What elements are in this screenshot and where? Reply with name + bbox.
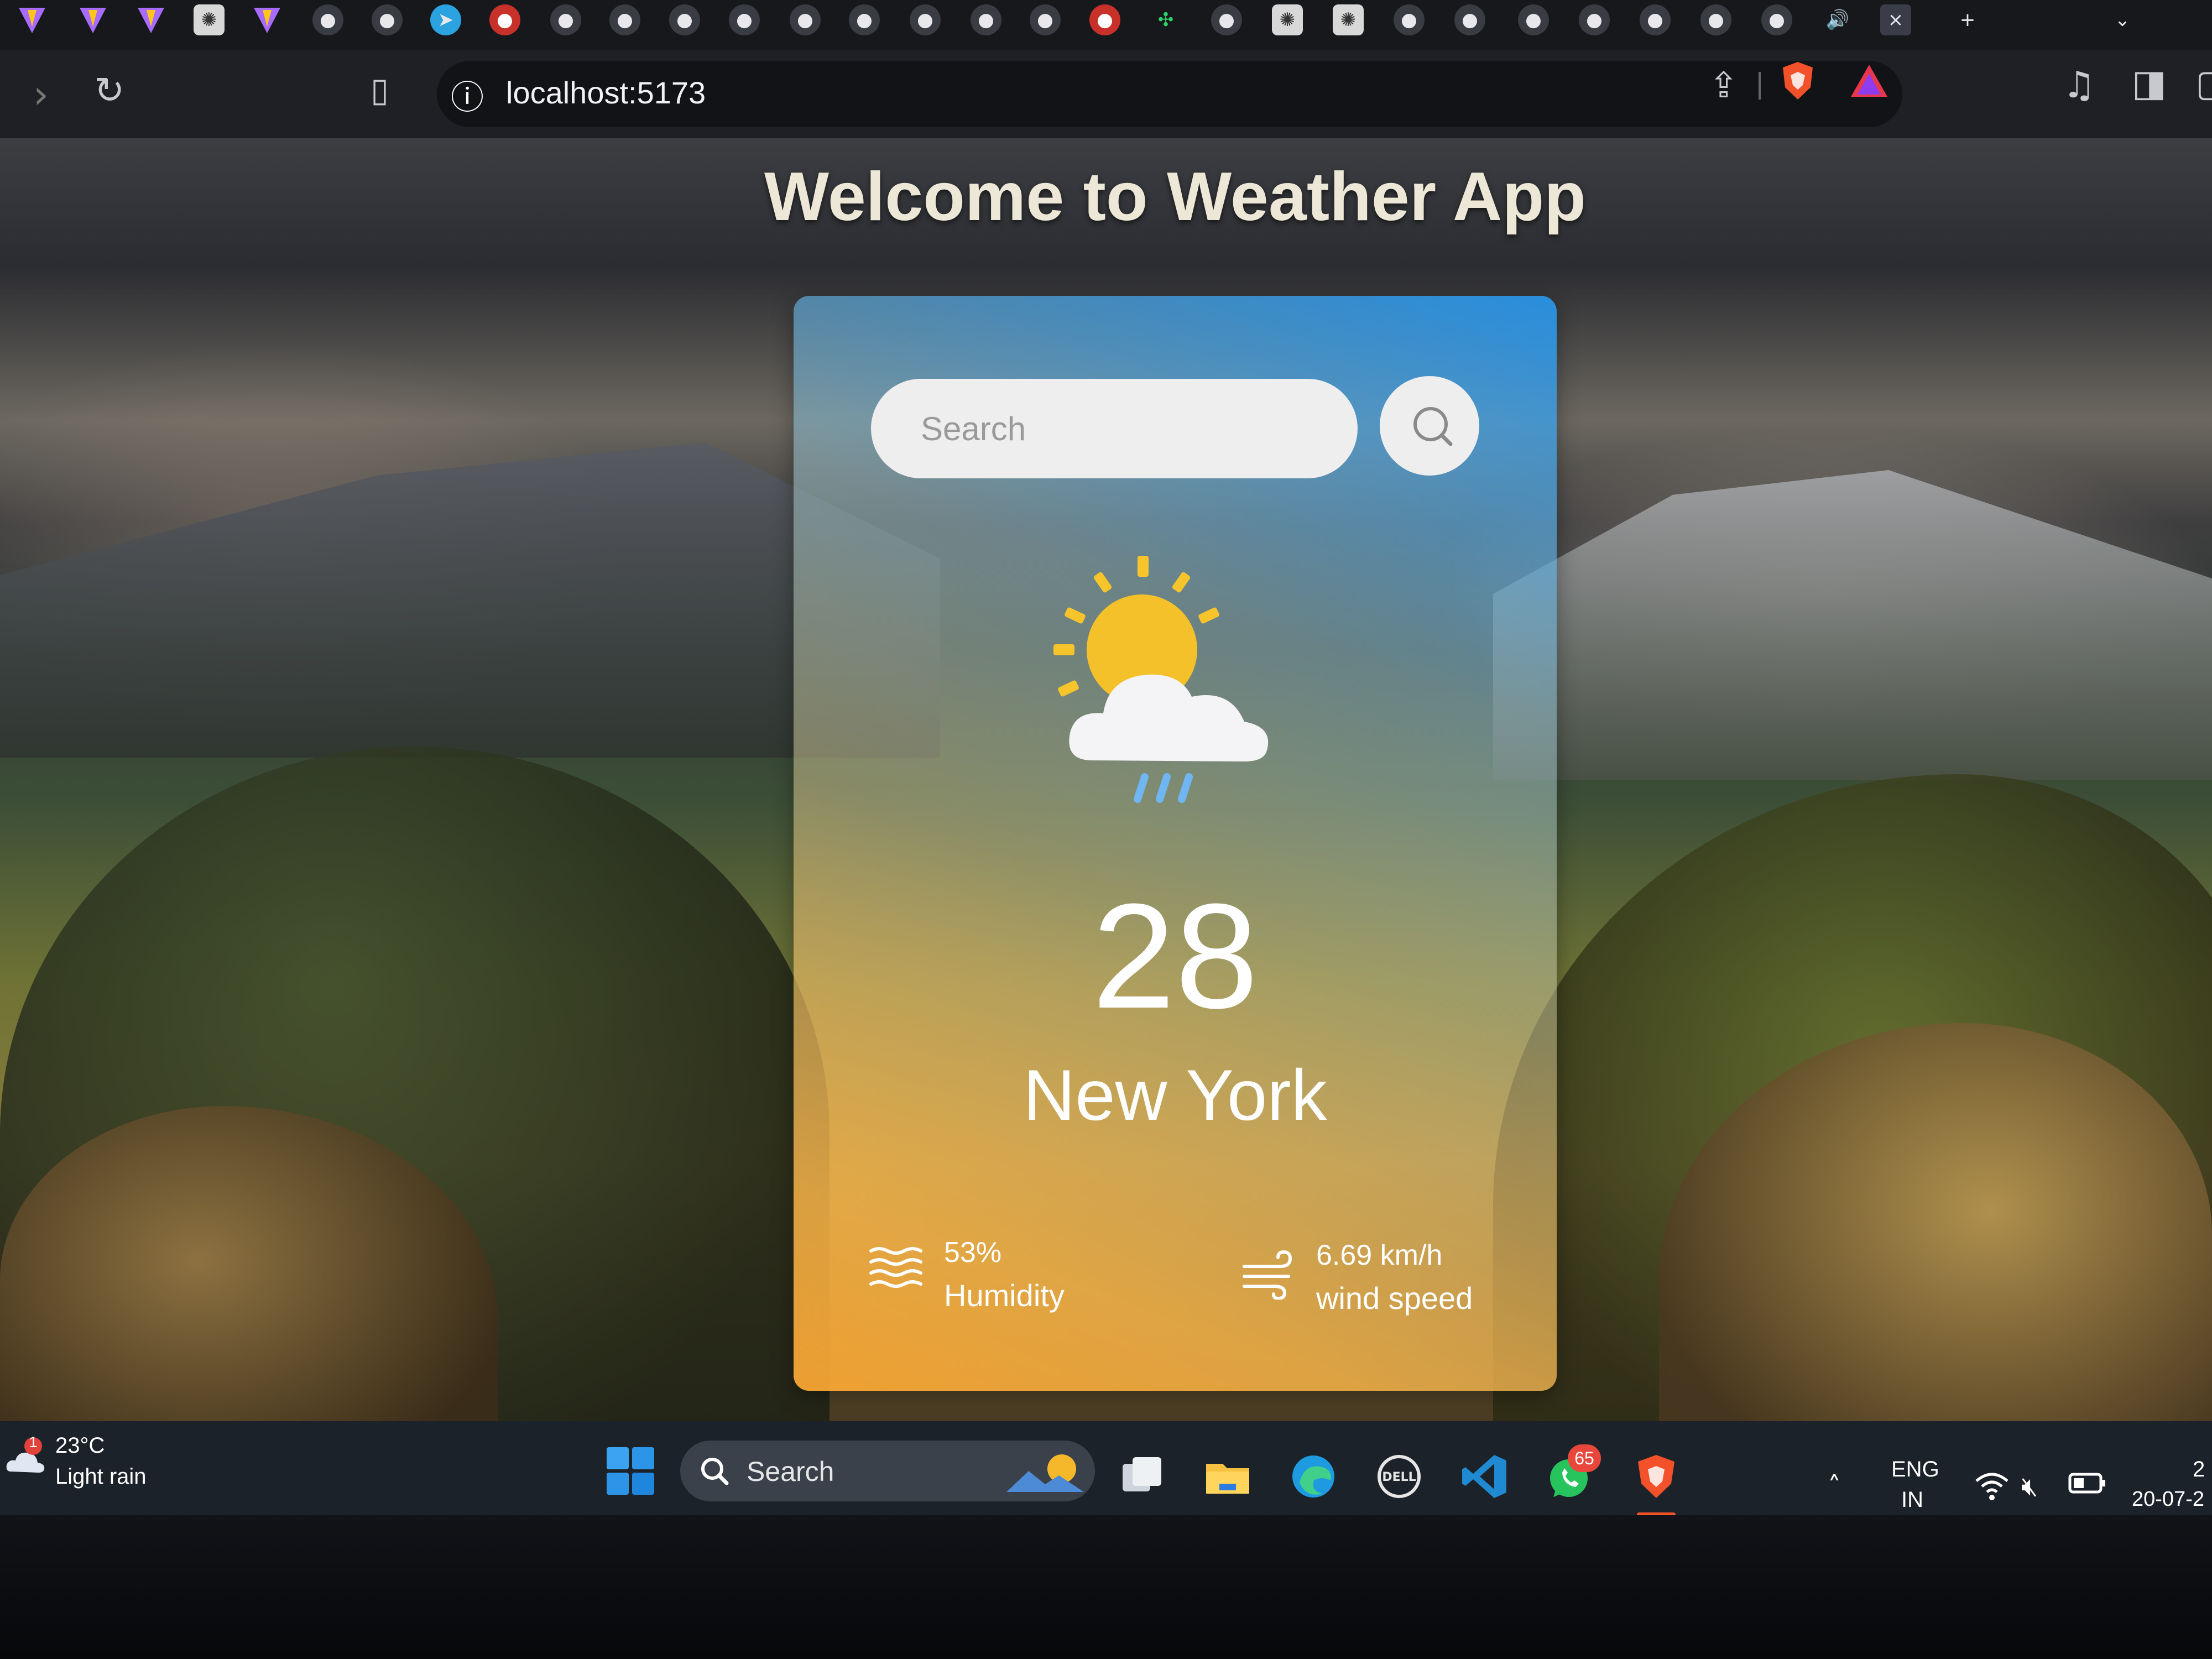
- github-icon[interactable]: ●: [849, 4, 880, 35]
- whatsapp-notification-badge: 65: [1568, 1444, 1601, 1472]
- clock-date[interactable]: 20-07-2: [2132, 1488, 2204, 1511]
- extensions-icon[interactable]: ▢: [2195, 62, 2212, 105]
- github-icon[interactable]: ●: [669, 4, 700, 35]
- show-hidden-icons-chevron-icon[interactable]: ˄: [1828, 1471, 1841, 1502]
- city-name: New York: [1023, 1055, 1327, 1135]
- taskbar-search-label[interactable]: Search: [747, 1455, 834, 1488]
- edge-browser-icon[interactable]: [1288, 1452, 1338, 1501]
- browser-tab-strip: ✺ ● ● ➤ ● ● ● ● ● ● ● ● ● ● ● ✣ ● ✺ ✺ ● …: [0, 0, 2212, 50]
- language-indicator[interactable]: ENG: [1891, 1457, 1939, 1482]
- humidity-label: Humidity: [944, 1278, 1065, 1313]
- github-icon[interactable]: ●: [1761, 4, 1792, 35]
- windows-start-icon[interactable]: [606, 1446, 655, 1496]
- github-icon[interactable]: ●: [1211, 4, 1242, 35]
- svg-text:DELL: DELL: [1382, 1470, 1416, 1484]
- github-icon[interactable]: ●: [729, 4, 760, 35]
- search-icon: [1413, 407, 1453, 446]
- clock-time[interactable]: 2: [2193, 1457, 2205, 1482]
- openai-icon[interactable]: ✺: [1333, 4, 1364, 35]
- record-icon[interactable]: ●: [489, 4, 520, 35]
- vite-icon[interactable]: [77, 4, 108, 35]
- github-icon[interactable]: ●: [1700, 4, 1731, 35]
- weather-badge: 1: [29, 1433, 38, 1451]
- taskbar: [0, 1421, 2212, 1515]
- url-text[interactable]: localhost:5173: [506, 71, 706, 115]
- volume-muted-icon[interactable]: 🔇︎: [2021, 1471, 2038, 1503]
- github-icon[interactable]: ●: [1454, 4, 1485, 35]
- mountain-right: [1493, 470, 2212, 780]
- github-icon[interactable]: ●: [609, 4, 640, 35]
- github-icon[interactable]: ●: [971, 4, 1001, 35]
- dell-icon[interactable]: DELL: [1374, 1452, 1424, 1501]
- weather-widget-temperature[interactable]: 23°C: [55, 1433, 105, 1458]
- language-region[interactable]: IN: [1901, 1488, 1923, 1512]
- github-icon[interactable]: ●: [1518, 4, 1549, 35]
- sidebar-icon[interactable]: ◨: [2132, 62, 2166, 105]
- brave-browser-icon[interactable]: [1631, 1452, 1681, 1501]
- search-icon: [701, 1458, 729, 1485]
- search-button[interactable]: [1380, 376, 1479, 476]
- new-tab-button[interactable]: +: [1952, 4, 1983, 35]
- battery-icon[interactable]: [2068, 1471, 2107, 1502]
- media-icon[interactable]: ♫: [2063, 64, 2095, 106]
- record-icon[interactable]: ●: [1089, 4, 1120, 35]
- task-view-icon[interactable]: [1117, 1452, 1167, 1501]
- brave-shield-icon[interactable]: [1781, 61, 1815, 101]
- wind-speed-value: 6.69 km/h: [1316, 1239, 1443, 1271]
- clover-icon[interactable]: ✣: [1150, 4, 1181, 35]
- weather-card: 28 New York 53% Humidity 6.69 km/h wind …: [794, 296, 1557, 1391]
- telegram-icon[interactable]: ➤: [430, 4, 461, 35]
- openai-icon[interactable]: ✺: [194, 4, 225, 35]
- vite-icon[interactable]: [252, 4, 283, 35]
- sun-cloud-rain-icon: [1053, 556, 1269, 803]
- humidity-icon: [869, 1247, 922, 1288]
- github-icon[interactable]: ●: [312, 4, 343, 35]
- brave-rewards-icon[interactable]: [1850, 64, 1888, 98]
- weather-widget-condition[interactable]: Light rain: [55, 1464, 147, 1489]
- search-input[interactable]: [871, 379, 1358, 478]
- reload-icon[interactable]: ↻: [94, 69, 124, 112]
- site-info-icon[interactable]: ⓘ: [451, 71, 484, 119]
- search-highlight-icon: [1006, 1454, 1084, 1492]
- wind-icon: [1243, 1250, 1292, 1300]
- github-icon[interactable]: ●: [1394, 4, 1425, 35]
- humidity-value: 53%: [944, 1237, 1002, 1269]
- page-title: Welcome to Weather App: [764, 159, 1586, 235]
- github-icon[interactable]: ●: [550, 4, 581, 35]
- github-icon[interactable]: ●: [1030, 4, 1061, 35]
- openai-icon[interactable]: ✺: [1272, 4, 1303, 35]
- github-icon[interactable]: ●: [1579, 4, 1610, 35]
- tab-search-icon[interactable]: ⌄: [2107, 4, 2138, 35]
- file-explorer-icon[interactable]: [1203, 1452, 1253, 1501]
- forward-icon[interactable]: ›: [33, 72, 49, 117]
- speaker-icon[interactable]: 🔊: [1822, 4, 1853, 35]
- github-icon[interactable]: ●: [372, 4, 403, 35]
- vite-icon[interactable]: [17, 4, 48, 35]
- share-icon[interactable]: ⇪: [1709, 65, 1739, 106]
- laptop-bezel: [0, 1515, 2212, 1659]
- wind-speed-label: wind speed: [1316, 1281, 1473, 1316]
- temperature: 28: [1092, 873, 1259, 1040]
- github-icon[interactable]: ●: [1640, 4, 1671, 35]
- github-icon[interactable]: ●: [790, 4, 821, 35]
- bookmark-icon[interactable]: ▯: [371, 71, 389, 109]
- toolbar-divider: [1759, 72, 1761, 100]
- wifi-icon[interactable]: [1974, 1471, 2010, 1507]
- close-tab-icon[interactable]: ×: [1880, 4, 1911, 35]
- github-icon[interactable]: ●: [910, 4, 941, 35]
- vite-icon[interactable]: [135, 4, 166, 35]
- vscode-icon[interactable]: [1460, 1452, 1510, 1501]
